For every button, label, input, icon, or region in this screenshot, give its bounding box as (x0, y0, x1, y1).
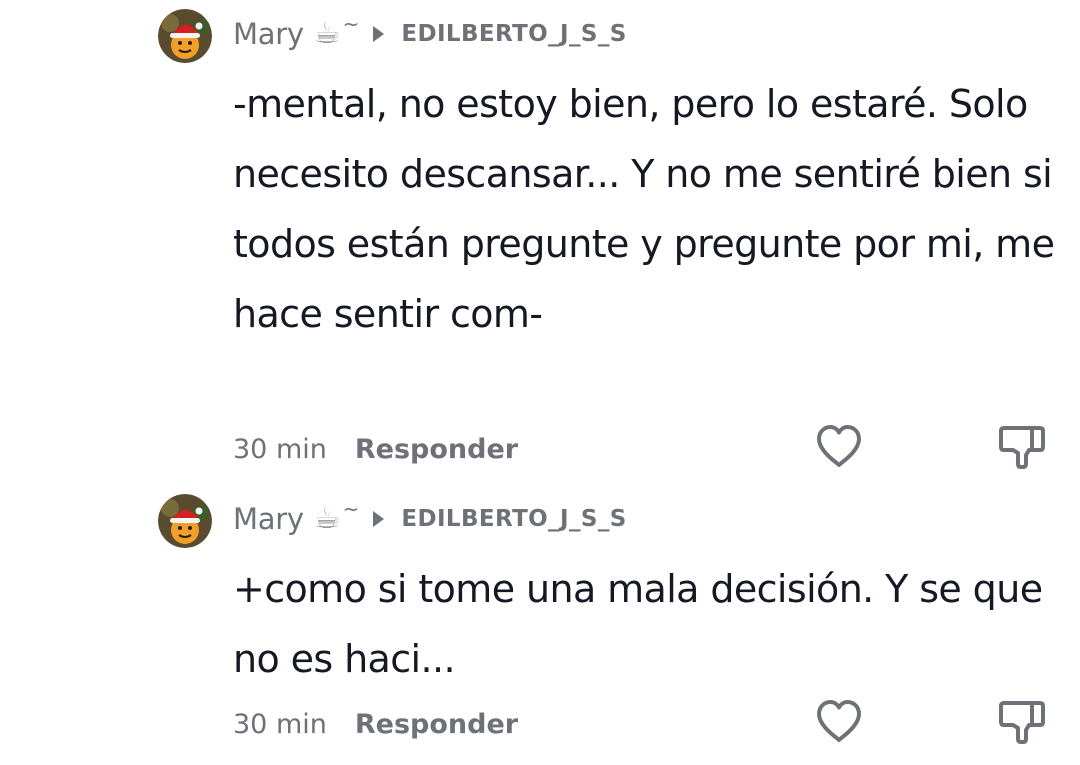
thumbs-down-outline-icon[interactable] (997, 697, 1047, 747)
comment-timestamp: 30 min (233, 433, 327, 465)
comment-text: +como si tome una mala decisión. Y se qu… (233, 567, 1043, 681)
username[interactable]: Mary (233, 502, 304, 536)
reply-button[interactable]: Responder (355, 709, 518, 740)
comment-text: -mental, no estoy bien, pero lo estaré. … (233, 82, 1055, 336)
heart-outline-icon[interactable] (814, 697, 864, 747)
reply-to-username[interactable]: EDILBERTO_J_S_S (401, 21, 626, 47)
tilde-text: ~ (342, 497, 360, 521)
comment-meta: 30 min Responder (233, 704, 518, 744)
reply-to-username[interactable]: EDILBERTO_J_S_S (401, 506, 626, 532)
reply-button[interactable]: Responder (355, 434, 518, 465)
coffee-icon: ☕ (313, 501, 341, 536)
comment-timestamp: 30 min (233, 708, 327, 740)
username[interactable]: Mary (233, 17, 304, 51)
thumbs-down-outline-icon[interactable] (997, 422, 1047, 472)
comment-header: Mary ☕ ~ EDILBERTO_J_S_S (233, 497, 627, 539)
heart-outline-icon[interactable] (814, 422, 864, 472)
coffee-icon: ☕ (313, 16, 341, 51)
tilde-text: ~ (342, 12, 360, 36)
play-triangle-icon (373, 511, 385, 527)
play-triangle-icon (373, 26, 385, 42)
comment-meta: 30 min Responder (233, 429, 518, 469)
comment-header: Mary ☕ ~ EDILBERTO_J_S_S (233, 12, 627, 54)
avatar[interactable] (158, 9, 212, 63)
avatar[interactable] (158, 494, 212, 548)
